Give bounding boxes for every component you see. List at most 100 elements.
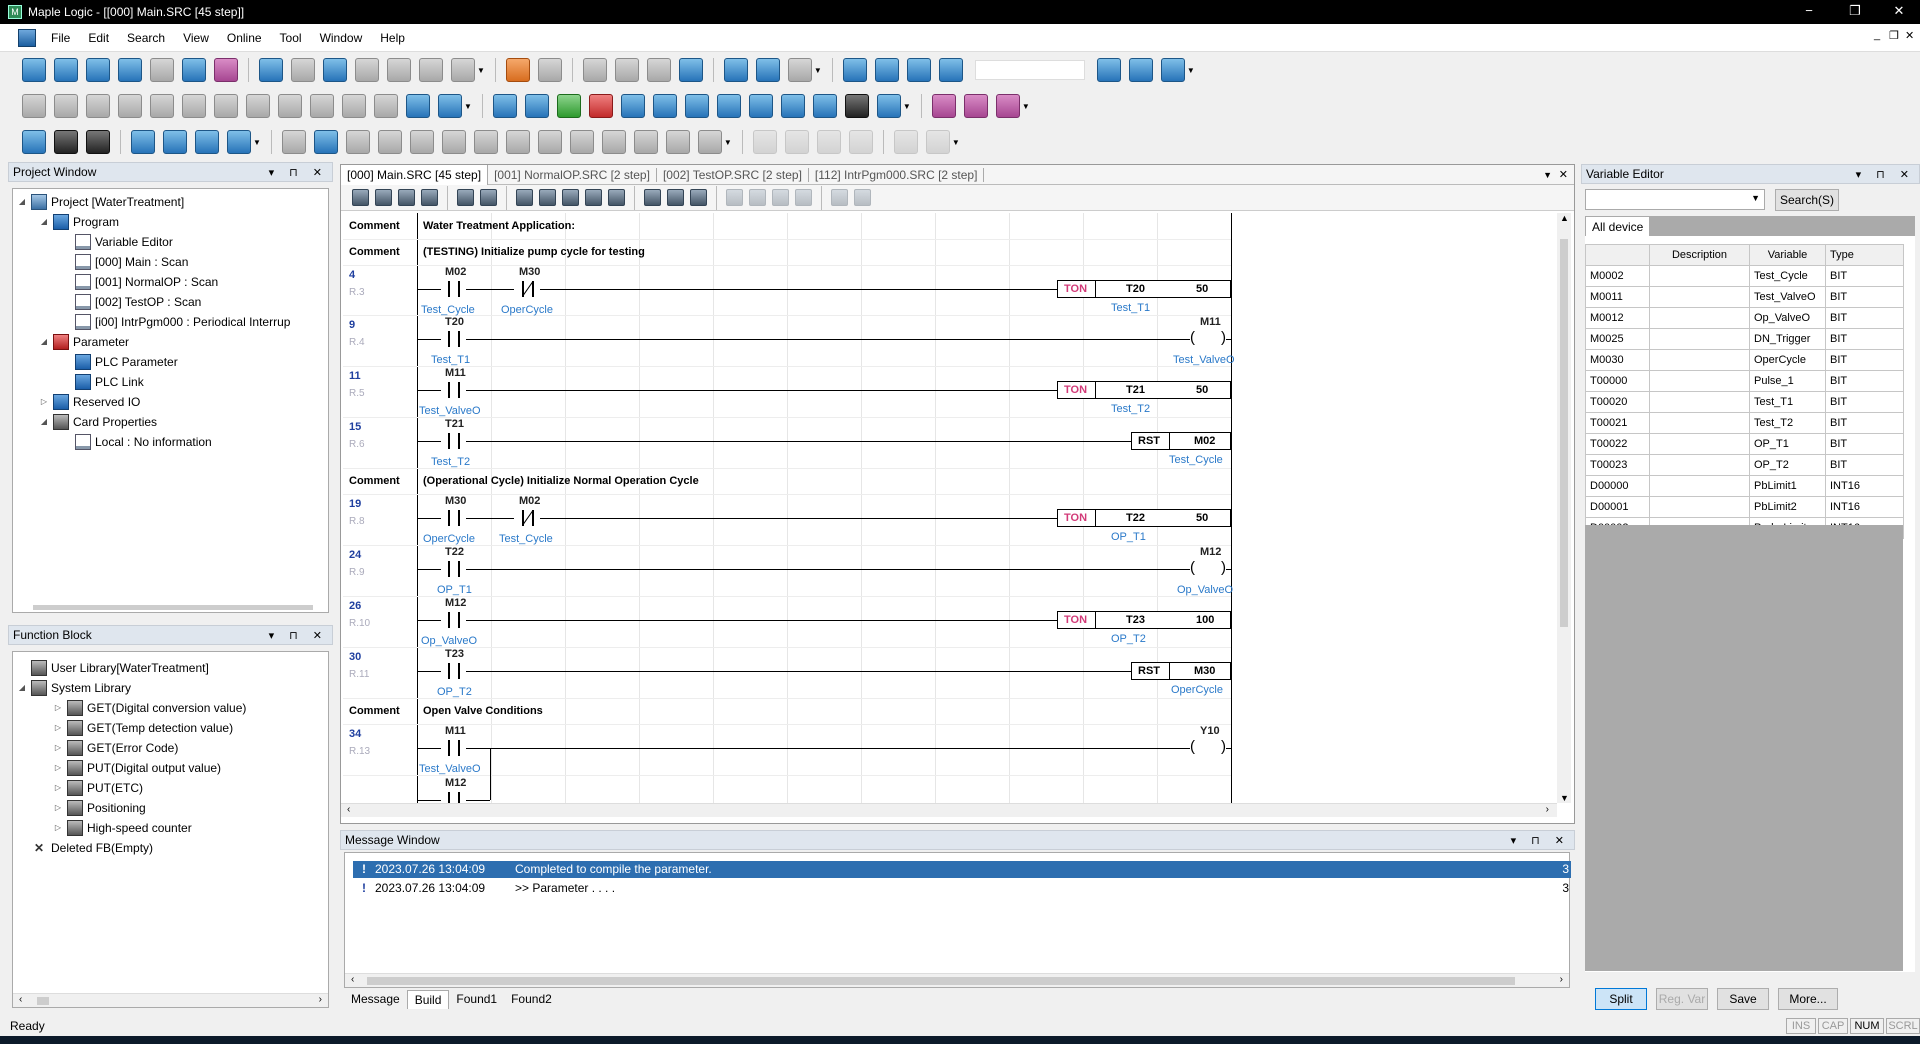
variable-name[interactable]: Test_T1 [1749, 391, 1826, 413]
mdi-close-button[interactable]: ✕ [1905, 29, 1914, 42]
online-icon[interactable] [938, 58, 963, 82]
variable-description[interactable] [1649, 391, 1750, 413]
comment-text[interactable]: Open Valve Conditions [423, 705, 543, 717]
tree-node-parameter[interactable]: Parameter [73, 333, 129, 351]
find2-icon[interactable] [278, 94, 302, 118]
flow2-icon[interactable] [438, 94, 462, 118]
variable-device[interactable]: M0002 [1585, 265, 1650, 287]
variable-description[interactable] [1649, 454, 1750, 476]
variable-description[interactable] [1649, 328, 1750, 350]
tree-node-plc-parameter[interactable]: PLC Parameter [95, 353, 178, 371]
menu-online[interactable]: Online [218, 31, 271, 45]
sf7-icon[interactable] [398, 189, 415, 206]
pointer-icon[interactable] [772, 189, 789, 206]
variable-row[interactable]: D00001 PbLimit2 INT16 [1585, 496, 1904, 518]
esc-icon[interactable] [352, 189, 369, 206]
tree-node-reserved-io[interactable]: Reserved IO [73, 393, 140, 411]
trend-icon[interactable] [684, 94, 709, 118]
output-coil[interactable] [1190, 329, 1226, 349]
monitor2-icon[interactable] [1128, 58, 1153, 82]
mdi-restore-button[interactable]: ❐ [1889, 29, 1899, 42]
debug-icon[interactable] [831, 189, 848, 206]
variable-description[interactable] [1649, 475, 1750, 497]
menu-window[interactable]: Window [311, 31, 372, 45]
f8-icon[interactable] [569, 130, 594, 154]
redo-icon[interactable] [537, 58, 562, 82]
variable-row[interactable]: T00022 OP_T1 BIT [1585, 433, 1904, 455]
insert-icon[interactable] [259, 58, 283, 82]
library3-icon[interactable] [995, 94, 1020, 118]
view-cmt-icon[interactable] [195, 130, 219, 154]
fb-node-get-error[interactable]: GET(Error Code) [87, 739, 178, 757]
tab-main[interactable]: [000] Main.SRC [45 step] [341, 164, 489, 185]
paste-icon[interactable] [323, 58, 347, 82]
run-icon[interactable] [752, 130, 777, 154]
new-program-icon[interactable] [86, 58, 110, 82]
tree-node-intrpgm[interactable]: [i00] IntrPgm000 : Periodical Interrup [95, 313, 290, 331]
comment-text[interactable]: Water Treatment Application: [423, 220, 575, 232]
pointer2-icon[interactable] [795, 189, 812, 206]
menu-edit[interactable]: Edit [79, 31, 118, 45]
cut-icon[interactable] [582, 58, 607, 82]
tab-testop[interactable]: [002] TestOP.SRC [2 step] [657, 167, 809, 182]
variable-name[interactable]: PbLimit1 [1749, 475, 1826, 497]
view-ladder-icon[interactable] [131, 130, 155, 154]
contact-no[interactable] [440, 612, 466, 628]
panel-controls[interactable]: ▾ ⊓ ✕ [269, 629, 328, 642]
doc-icon[interactable] [150, 94, 174, 118]
variable-row[interactable]: M0025 DN_Trigger BIT [1585, 328, 1904, 350]
bookmark3-icon[interactable] [780, 94, 805, 118]
settings-icon[interactable] [620, 94, 645, 118]
variable-type[interactable]: BIT [1825, 349, 1904, 371]
variable-name[interactable]: Op_ValveO [1749, 307, 1826, 329]
variable-name[interactable]: Test_ValveO [1749, 286, 1826, 308]
tab-message[interactable]: Message [344, 990, 407, 1009]
debug2-icon[interactable] [854, 189, 871, 206]
copy-icon[interactable] [291, 58, 315, 82]
tab-found2[interactable]: Found2 [504, 990, 559, 1009]
fb-horizontal-scrollbar[interactable]: ‹ › [13, 993, 328, 1007]
monitor-icon[interactable] [1096, 58, 1121, 82]
comment-text[interactable]: (TESTING) Initialize pump cycle for test… [423, 246, 645, 258]
editor-horizontal-scrollbar[interactable]: ‹ › [341, 803, 1557, 817]
device-icon[interactable] [492, 94, 517, 118]
f6-icon[interactable] [539, 189, 556, 206]
find-icon[interactable] [246, 94, 270, 118]
tree-node-program[interactable]: Program [73, 213, 119, 231]
f10-icon[interactable] [644, 189, 661, 206]
calc-icon[interactable] [652, 94, 677, 118]
upload-icon[interactable] [874, 58, 899, 82]
fb-node-deleted[interactable]: Deleted FB(Empty) [51, 839, 153, 857]
variable-device[interactable]: M0012 [1585, 307, 1650, 329]
tab-found1[interactable]: Found1 [449, 990, 504, 1009]
paste2-icon[interactable] [646, 58, 671, 82]
variable-device[interactable]: T00000 [1585, 370, 1650, 392]
menu-tool[interactable]: Tool [271, 31, 311, 45]
disc-icon[interactable] [355, 58, 379, 82]
f7-icon[interactable] [537, 130, 562, 154]
editor-close-icon[interactable]: ✕ [1559, 168, 1568, 181]
disc2-icon[interactable] [387, 58, 411, 82]
variable-device[interactable]: D00000 [1585, 475, 1650, 497]
column-header[interactable]: Description [1649, 244, 1750, 266]
f7-icon[interactable] [562, 189, 579, 206]
f11-icon[interactable] [667, 189, 684, 206]
variable-name[interactable]: OP_T1 [1749, 433, 1826, 455]
variable-row[interactable]: T00021 Test_T2 BIT [1585, 412, 1904, 434]
contact-no[interactable] [440, 561, 466, 577]
monitor3-icon[interactable] [1160, 58, 1185, 82]
debug2-icon[interactable] [925, 130, 950, 154]
column-header[interactable]: Type [1825, 244, 1904, 266]
f12-icon[interactable] [690, 189, 707, 206]
edit-mode-icon[interactable] [313, 130, 338, 154]
page-icon[interactable] [342, 94, 366, 118]
download-icon[interactable] [906, 58, 931, 82]
contact-nc[interactable] [514, 510, 540, 526]
fb-node-high-speed[interactable]: High-speed counter [87, 819, 192, 837]
save-all-icon[interactable] [182, 58, 206, 82]
menu-search[interactable]: Search [118, 31, 174, 45]
variable-row[interactable]: T00023 OP_T2 BIT [1585, 454, 1904, 476]
variable-description[interactable] [1649, 370, 1750, 392]
panel-controls[interactable]: ▾ ⊓ ✕ [1856, 168, 1915, 181]
variable-type[interactable]: BIT [1825, 433, 1904, 455]
